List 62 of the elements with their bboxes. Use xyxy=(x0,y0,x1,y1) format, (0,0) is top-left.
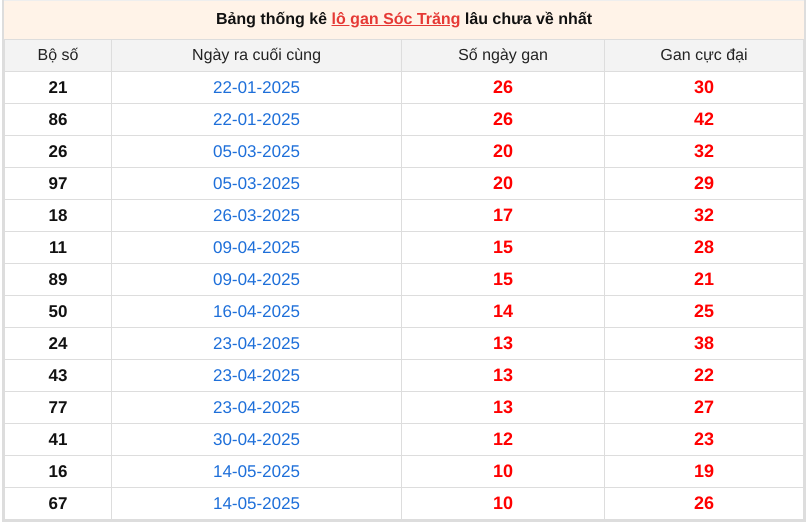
number-cell: 97 xyxy=(4,168,112,200)
date-cell: 14-05-2025 xyxy=(112,456,402,488)
max-cell: 19 xyxy=(604,456,804,488)
date-cell: 05-03-2025 xyxy=(112,168,402,200)
max-cell: 26 xyxy=(604,488,804,520)
date-cell: 09-04-2025 xyxy=(112,232,402,264)
number-cell: 43 xyxy=(4,360,112,392)
max-cell: 23 xyxy=(604,424,804,456)
table-title: Bảng thống kê lô gan Sóc Trăng lâu chưa về nhất xyxy=(4,0,804,39)
days-cell: 26 xyxy=(402,104,604,136)
max-cell: 30 xyxy=(604,72,804,104)
date-cell: 23-04-2025 xyxy=(112,328,402,360)
date-cell: 14-05-2025 xyxy=(112,488,402,520)
column-header: Ngày ra cuối cùng xyxy=(112,40,402,72)
number-cell: 26 xyxy=(4,136,112,168)
number-cell: 11 xyxy=(4,232,112,264)
number-cell: 67 xyxy=(4,488,112,520)
column-header: Số ngày gan xyxy=(402,40,604,72)
max-cell: 22 xyxy=(604,360,804,392)
days-cell: 14 xyxy=(402,296,604,328)
number-cell: 21 xyxy=(4,72,112,104)
date-cell: 09-04-2025 xyxy=(112,264,402,296)
column-header: Bộ số xyxy=(4,40,112,72)
max-cell: 32 xyxy=(604,200,804,232)
days-cell: 20 xyxy=(402,136,604,168)
days-cell: 15 xyxy=(402,264,604,296)
date-cell: 22-01-2025 xyxy=(112,72,402,104)
days-cell: 17 xyxy=(402,200,604,232)
title-link[interactable]: lô gan Sóc Trăng xyxy=(332,11,460,28)
days-cell: 26 xyxy=(402,72,604,104)
max-cell: 25 xyxy=(604,296,804,328)
date-cell: 23-04-2025 xyxy=(112,360,402,392)
column-header: Gan cực đại xyxy=(604,40,804,72)
date-cell: 26-03-2025 xyxy=(112,200,402,232)
number-cell: 86 xyxy=(4,104,112,136)
days-cell: 13 xyxy=(402,328,604,360)
max-cell: 27 xyxy=(604,392,804,424)
number-cell: 16 xyxy=(4,456,112,488)
max-cell: 42 xyxy=(604,104,804,136)
number-cell: 18 xyxy=(4,200,112,232)
date-cell: 05-03-2025 xyxy=(112,136,402,168)
number-cell: 50 xyxy=(4,296,112,328)
number-cell: 24 xyxy=(4,328,112,360)
date-cell: 16-04-2025 xyxy=(112,296,402,328)
date-cell: 23-04-2025 xyxy=(112,392,402,424)
max-cell: 21 xyxy=(604,264,804,296)
max-cell: 32 xyxy=(604,136,804,168)
number-cell: 41 xyxy=(4,424,112,456)
max-cell: 29 xyxy=(604,168,804,200)
max-cell: 38 xyxy=(604,328,804,360)
days-cell: 12 xyxy=(402,424,604,456)
number-cell: 77 xyxy=(4,392,112,424)
date-cell: 30-04-2025 xyxy=(112,424,402,456)
number-cell: 89 xyxy=(4,264,112,296)
days-cell: 13 xyxy=(402,360,604,392)
max-cell: 28 xyxy=(604,232,804,264)
date-cell: 22-01-2025 xyxy=(112,104,402,136)
days-cell: 15 xyxy=(402,232,604,264)
days-cell: 10 xyxy=(402,488,604,520)
days-cell: 20 xyxy=(402,168,604,200)
days-cell: 10 xyxy=(402,456,604,488)
days-cell: 13 xyxy=(402,392,604,424)
